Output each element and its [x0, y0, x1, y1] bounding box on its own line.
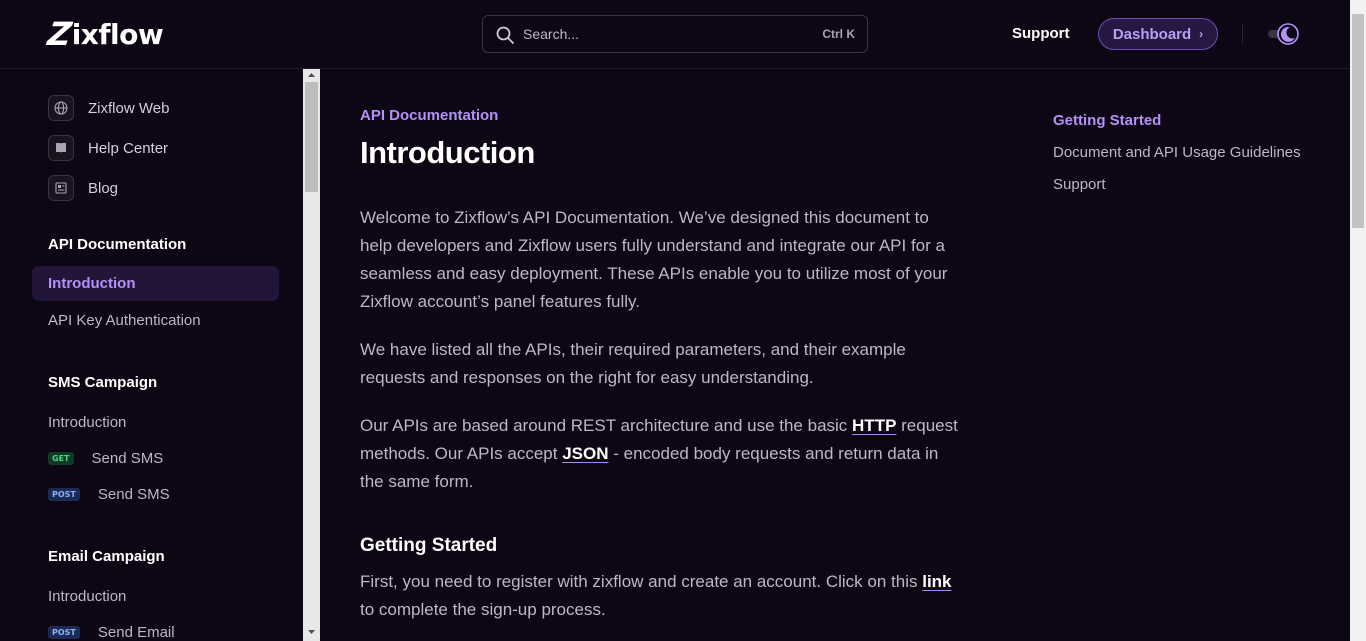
- sidebar-item-label: Introduction: [48, 275, 136, 292]
- scroll-down-arrow-icon[interactable]: [303, 626, 320, 638]
- method-badge-post: POST: [48, 488, 80, 501]
- toc-getting-started[interactable]: Getting Started: [1053, 112, 1161, 129]
- section-heading-api-documentation: API Documentation: [48, 236, 187, 253]
- apis-listed-paragraph: We have listed all the APIs, their requi…: [360, 340, 906, 387]
- sidebar-item-send-email-post[interactable]: POST Send Email: [48, 624, 175, 641]
- newspaper-icon: [48, 175, 74, 201]
- sidebar-item-label: Introduction: [48, 588, 127, 605]
- sidebar-item-label: Introduction: [48, 414, 127, 431]
- sidebar-item-introduction[interactable]: Introduction: [32, 266, 279, 301]
- logo-text: ixflow: [71, 17, 164, 51]
- sidebar-item-label: API Key Authentication: [48, 312, 201, 329]
- sidebar-link-blog[interactable]: Blog: [48, 175, 118, 201]
- sidebar-item-label: Send SMS: [91, 450, 164, 467]
- sidebar-item-label: Send SMS: [97, 486, 170, 503]
- sidebar-item-send-sms-get[interactable]: GET Send SMS: [48, 450, 163, 467]
- sidebar-item-sms-introduction[interactable]: Introduction: [48, 414, 126, 431]
- sidebar-link-zixflow-web[interactable]: Zixflow Web: [48, 95, 169, 121]
- search-box[interactable]: Ctrl K: [482, 15, 868, 53]
- text-segment: Our APIs are based around REST architect…: [360, 416, 853, 435]
- search-input[interactable]: [523, 16, 783, 52]
- globe-icon: [48, 95, 74, 121]
- getting-started-paragraph: First, you need to register with zixflow…: [360, 568, 960, 624]
- intro-paragraph: Welcome to Zixflow’s API Documentation. …: [360, 208, 948, 311]
- sidebar: Zixflow Web Help Center Blog API Documen…: [0, 69, 303, 641]
- breadcrumb-section: API Documentation: [360, 107, 499, 124]
- top-header: Zixflow Ctrl K Support Dashboard ›: [0, 0, 1350, 69]
- dashboard-button-label: Dashboard: [1112, 25, 1192, 43]
- chevron-right-icon: ›: [1199, 27, 1204, 41]
- toc-document-api-usage-guidelines[interactable]: Document and API Usage Guidelines: [1053, 144, 1301, 161]
- sidebar-link-label: Zixflow Web: [88, 99, 170, 117]
- header-divider: [1242, 24, 1243, 44]
- json-link[interactable]: JSON: [562, 444, 608, 463]
- page-title: Introduction: [360, 135, 535, 170]
- sidebar-item-label: Send Email: [97, 624, 175, 641]
- sidebar-link-label: Help Center: [88, 139, 169, 157]
- logo-mark: Z: [45, 15, 74, 53]
- book-icon: [48, 135, 74, 161]
- page-scrollbar-thumb[interactable]: [1352, 14, 1364, 228]
- sidebar-item-api-key-authentication[interactable]: API Key Authentication: [48, 312, 201, 329]
- getting-started-heading: Getting Started: [360, 535, 498, 556]
- search-shortcut: Ctrl K: [822, 27, 855, 41]
- text-segment: First, you need to register with zixflow…: [360, 572, 923, 591]
- dashboard-button[interactable]: Dashboard ›: [1098, 18, 1218, 50]
- text-segment: to complete the sign-up process.: [360, 600, 606, 619]
- method-badge-get: GET: [48, 452, 74, 465]
- sidebar-link-label: Blog: [88, 179, 119, 197]
- http-link[interactable]: HTTP: [852, 416, 896, 435]
- method-badge-post: POST: [48, 626, 80, 639]
- sidebar-link-help-center[interactable]: Help Center: [48, 135, 168, 161]
- sidebar-item-email-introduction[interactable]: Introduction: [48, 588, 126, 605]
- section-heading-sms-campaign: SMS Campaign: [48, 374, 158, 391]
- scroll-up-arrow-icon[interactable]: [303, 69, 320, 81]
- section-heading-email-campaign: Email Campaign: [48, 548, 165, 565]
- theme-toggle[interactable]: [1266, 22, 1300, 46]
- zixflow-logo[interactable]: Zixflow: [45, 15, 164, 53]
- header-support-link[interactable]: Support: [1012, 25, 1070, 42]
- signup-link[interactable]: link: [922, 572, 951, 591]
- main-content: API Documentation Introduction Welcome t…: [360, 69, 960, 641]
- sidebar-scrollbar-thumb[interactable]: [305, 82, 318, 192]
- rest-architecture-paragraph: Our APIs are based around REST architect…: [360, 412, 960, 496]
- search-icon: [496, 26, 514, 44]
- toc-support[interactable]: Support: [1053, 176, 1106, 193]
- sidebar-item-send-sms-post[interactable]: POST Send SMS: [48, 486, 170, 503]
